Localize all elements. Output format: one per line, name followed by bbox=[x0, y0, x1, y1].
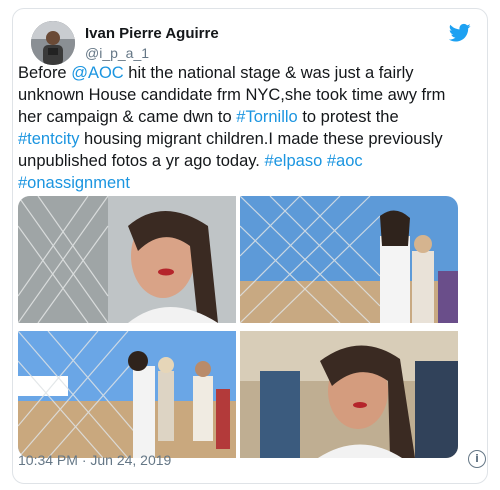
hashtag-aoc[interactable]: #aoc bbox=[327, 152, 363, 170]
media-grid bbox=[18, 196, 458, 458]
author-handle[interactable]: @i_p_a_1 bbox=[85, 45, 149, 61]
hashtag-elpaso[interactable]: #elpaso bbox=[264, 152, 322, 170]
tweet-text-segment: to protest the bbox=[297, 108, 399, 126]
hashtag-tentcity[interactable]: #tentcity bbox=[18, 130, 79, 148]
mention-aoc[interactable]: @AOC bbox=[71, 64, 124, 82]
photo-2[interactable] bbox=[240, 196, 458, 323]
author-name[interactable]: Ivan Pierre Aguirre bbox=[85, 25, 219, 42]
hashtag-onassignment[interactable]: #onassignment bbox=[18, 174, 130, 192]
tweet-text-segment: Before bbox=[18, 64, 72, 82]
photo-3[interactable] bbox=[18, 331, 236, 458]
tweet-text-segment: housing migrant children.I made these pr… bbox=[18, 130, 443, 170]
tweet-timestamp[interactable]: 10:34 PM · Jun 24, 2019 bbox=[18, 452, 171, 468]
hashtag-tornillo[interactable]: #Tornillo bbox=[236, 108, 297, 126]
info-icon[interactable]: i bbox=[468, 450, 486, 468]
twitter-bird-icon[interactable] bbox=[449, 23, 471, 43]
tweet-text: Before @AOC hit the national stage & was… bbox=[18, 62, 464, 194]
photo-1[interactable] bbox=[18, 196, 236, 323]
photo-4[interactable] bbox=[240, 331, 458, 458]
avatar[interactable] bbox=[31, 21, 75, 65]
